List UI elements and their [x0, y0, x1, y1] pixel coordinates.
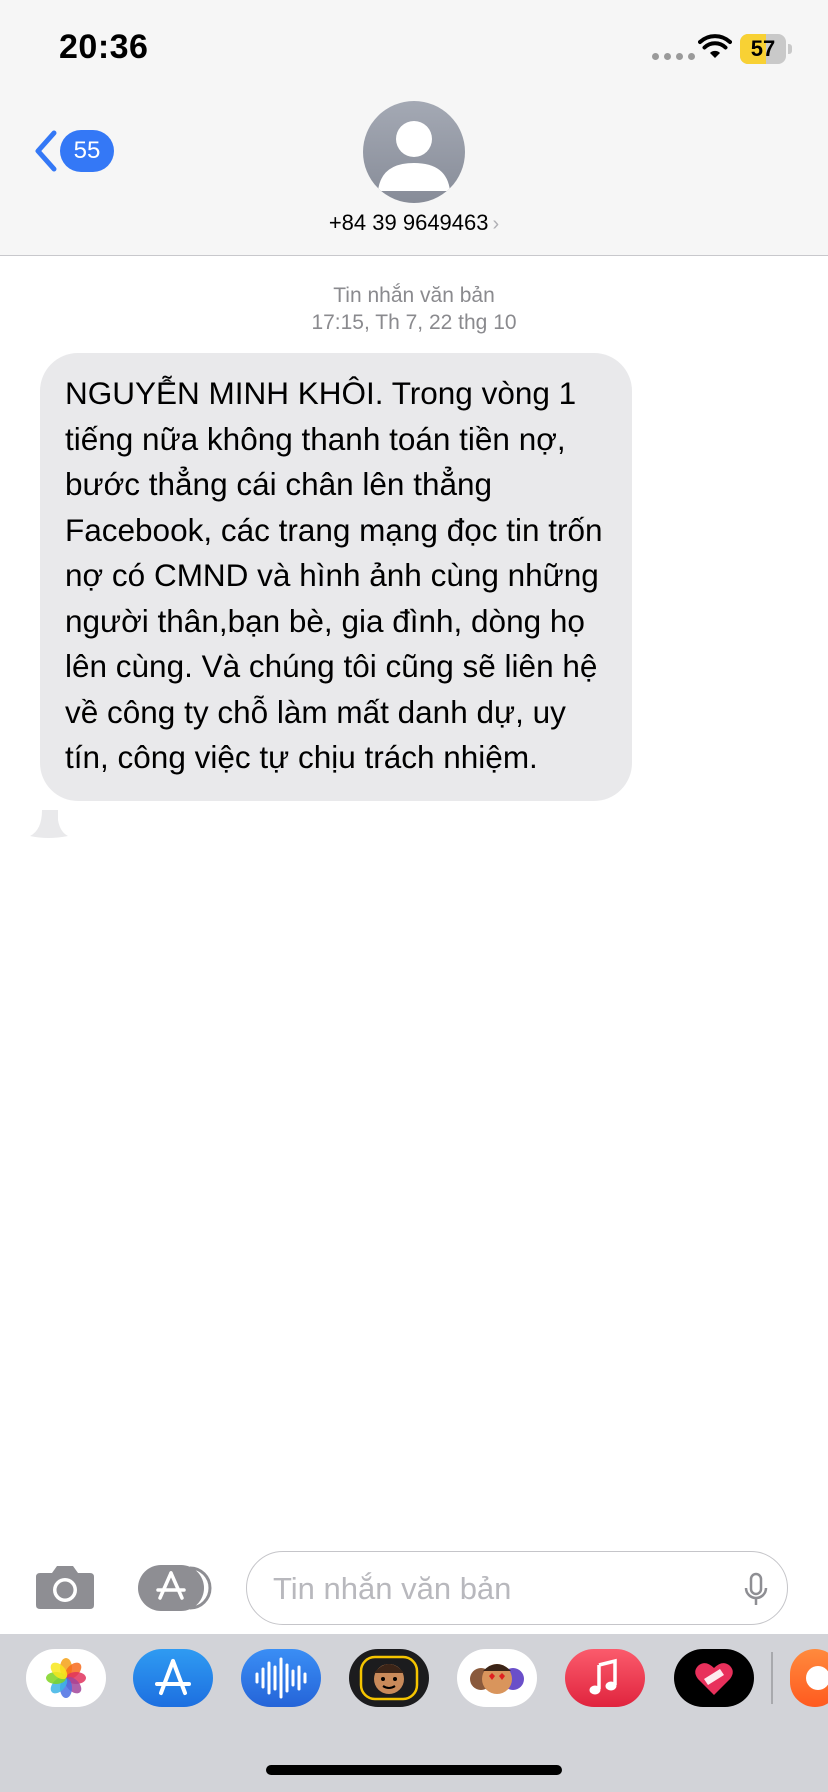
- contact-phone-number: +84 39 9649463: [328, 210, 489, 235]
- bubble-tail: [30, 810, 68, 838]
- contact-name-button[interactable]: +84 39 9649463 ›: [0, 210, 828, 236]
- wifi-icon: [698, 34, 732, 58]
- status-time: 20:36: [59, 28, 149, 66]
- app-drawer-divider: [771, 1652, 773, 1704]
- incoming-message-bubble[interactable]: NGUYỄN MINH KHÔI. Trong vòng 1 tiếng nữa…: [40, 353, 632, 801]
- home-indicator[interactable]: [266, 1765, 562, 1775]
- message-timestamp: 17:15, Th 7, 22 thg 10: [311, 311, 517, 334]
- battery-percentage: 57: [750, 36, 776, 61]
- person-icon: [378, 121, 450, 191]
- app-store-apps-icon[interactable]: [138, 1565, 214, 1611]
- audio-message-icon[interactable]: [241, 1649, 321, 1707]
- animoji-stickers-icon[interactable]: [457, 1649, 537, 1707]
- chevron-left-icon: [35, 130, 57, 172]
- memoji-icon[interactable]: [349, 1649, 429, 1707]
- music-icon[interactable]: [565, 1649, 645, 1707]
- messages-screen: 20:36 57 55 +84 39 9649463 › Tin nhắn vă…: [0, 0, 828, 1792]
- more-app-icon[interactable]: [790, 1649, 828, 1707]
- camera-icon[interactable]: [34, 1561, 96, 1611]
- battery-icon: 57: [740, 34, 792, 64]
- microphone-icon[interactable]: [743, 1572, 769, 1608]
- message-input[interactable]: Tin nhắn văn bản: [246, 1551, 788, 1625]
- message-type-label: Tin nhắn văn bản: [333, 284, 495, 307]
- cellular-signal-icon: [652, 53, 695, 60]
- back-button[interactable]: 55: [30, 126, 120, 176]
- message-input-placeholder: Tin nhắn văn bản: [273, 1571, 512, 1606]
- unread-count-badge: 55: [60, 130, 114, 172]
- digital-touch-icon[interactable]: [674, 1649, 754, 1707]
- app-store-icon[interactable]: [133, 1649, 213, 1707]
- conversation-header: 20:36 57 55 +84 39 9649463 ›: [0, 0, 828, 256]
- photos-icon[interactable]: [26, 1649, 106, 1707]
- chevron-right-icon: ›: [492, 213, 500, 235]
- contact-avatar[interactable]: [363, 101, 465, 203]
- message-meta: Tin nhắn văn bản 17:15, Th 7, 22 thg 10: [0, 282, 828, 336]
